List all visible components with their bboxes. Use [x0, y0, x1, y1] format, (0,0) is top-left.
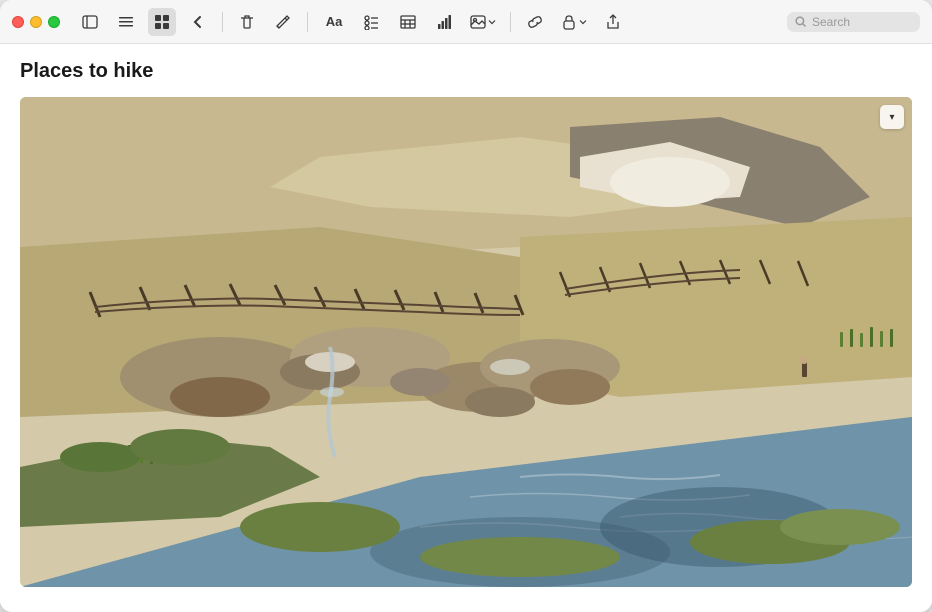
divider-3	[510, 12, 511, 32]
close-button[interactable]	[12, 16, 24, 28]
sidebar-toggle-button[interactable]	[76, 8, 104, 36]
edit-button[interactable]	[269, 8, 297, 36]
note-image: ▾	[20, 97, 912, 587]
lock-button[interactable]	[557, 8, 591, 36]
delete-button[interactable]	[233, 8, 261, 36]
format-text-label: Aa	[326, 14, 343, 29]
chart-button[interactable]	[430, 8, 458, 36]
app-window: Aa	[0, 0, 932, 612]
maximize-button[interactable]	[48, 16, 60, 28]
note-title: Places to hike	[20, 60, 912, 83]
divider-1	[222, 12, 223, 32]
search-icon	[795, 16, 807, 28]
list-view-button[interactable]	[112, 8, 140, 36]
image-expand-button[interactable]: ▾	[880, 105, 904, 129]
grid-view-button[interactable]	[148, 8, 176, 36]
landscape-image	[20, 97, 912, 587]
search-input[interactable]	[812, 15, 912, 29]
note-content: Places to hike	[0, 44, 932, 612]
media-button[interactable]	[466, 8, 500, 36]
traffic-lights	[12, 16, 60, 28]
back-button[interactable]	[184, 8, 212, 36]
format-text-button[interactable]: Aa	[318, 8, 350, 36]
checklist-button[interactable]	[358, 8, 386, 36]
share-button[interactable]	[599, 8, 627, 36]
link-button[interactable]	[521, 8, 549, 36]
expand-icon: ▾	[889, 112, 894, 123]
table-button[interactable]	[394, 8, 422, 36]
minimize-button[interactable]	[30, 16, 42, 28]
divider-2	[307, 12, 308, 32]
titlebar: Aa	[0, 0, 932, 44]
search-box[interactable]	[787, 12, 920, 32]
